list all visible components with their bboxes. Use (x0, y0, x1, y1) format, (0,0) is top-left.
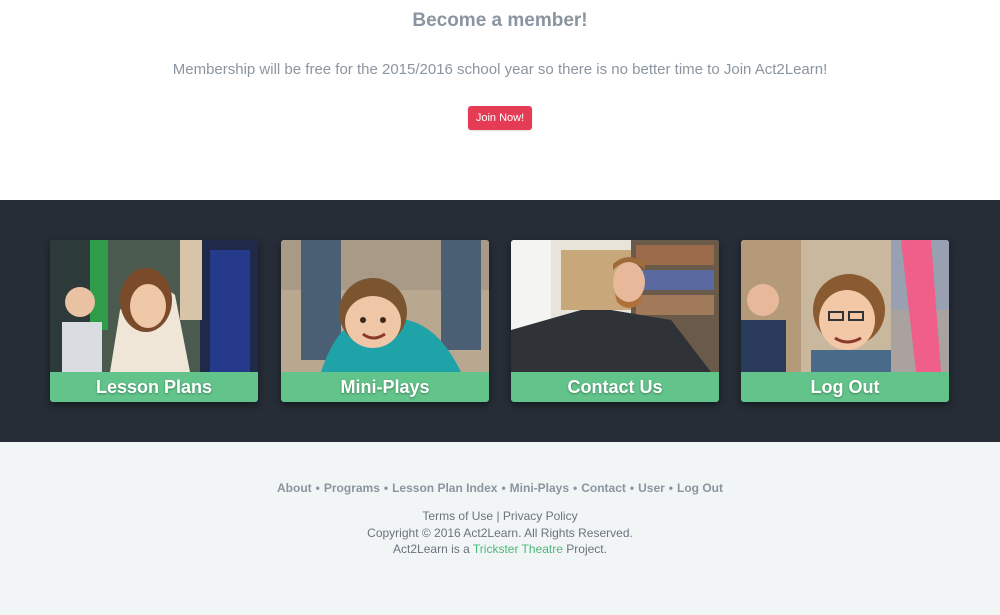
pipe-separator: | (496, 509, 500, 523)
contact-us-photo (511, 240, 719, 372)
separator: • (501, 481, 506, 495)
lesson-plans-photo (50, 240, 258, 372)
footer-link-mini-plays[interactable]: Mini-Plays (510, 481, 569, 495)
tile-label: Mini-Plays (281, 372, 489, 402)
tile-mini-plays[interactable]: Mini-Plays (281, 240, 489, 402)
legal-links-row: Terms of Use | Privacy Policy (0, 508, 1000, 525)
copyright-text: Copyright © 2016 Act2Learn. All Rights R… (367, 525, 633, 540)
terms-of-use-link[interactable]: Terms of Use (422, 509, 493, 523)
separator: • (315, 481, 320, 495)
separator: • (573, 481, 578, 495)
separator: • (629, 481, 635, 495)
separator: • (383, 481, 389, 495)
mini-plays-photo (281, 240, 489, 372)
project-line: Act2Learn is a Trickster Theatre Project… (0, 541, 1000, 558)
feature-tiles: Lesson Plans Mini-Plays Contact Us Log O… (0, 200, 1000, 442)
footer-link-contact[interactable]: Contact (581, 481, 626, 495)
legal-block: Terms of Use | Privacy Policy Copyright … (0, 508, 1000, 558)
footer-link-lesson-plan-index[interactable]: Lesson Plan Index (392, 481, 497, 495)
project-suffix: Project. (566, 542, 607, 556)
tile-label: Lesson Plans (50, 372, 258, 402)
tile-log-out[interactable]: Log Out (741, 240, 949, 402)
privacy-policy-link[interactable]: Privacy Policy (503, 509, 578, 523)
footer-nav: About • Programs • Lesson Plan Index • Mini-Pl… (0, 481, 1000, 495)
tile-label: Contact Us (511, 372, 719, 402)
trickster-theatre-link[interactable]: Trickster Theatre (473, 542, 563, 556)
join-now-button[interactable]: Join Now! (468, 106, 532, 130)
footer-link-about[interactable]: About (277, 481, 312, 495)
site-footer: About • Programs • Lesson Plan Index • Mini-Pl… (0, 442, 1000, 615)
footer-link-log-out[interactable]: Log Out (677, 481, 723, 495)
log-out-photo (741, 240, 949, 372)
tile-label: Log Out (741, 372, 949, 402)
membership-title: Become a member! (412, 10, 588, 31)
membership-section: Become a member! Membership will be free… (0, 0, 1000, 200)
separator: • (668, 481, 673, 495)
tile-contact-us[interactable]: Contact Us (511, 240, 719, 402)
footer-link-user[interactable]: User (638, 481, 665, 495)
membership-text: Membership will be free for the 2015/201… (172, 61, 828, 78)
project-prefix: Act2Learn is a (393, 542, 470, 556)
tile-lesson-plans[interactable]: Lesson Plans (50, 240, 258, 402)
footer-link-programs[interactable]: Programs (324, 481, 380, 495)
